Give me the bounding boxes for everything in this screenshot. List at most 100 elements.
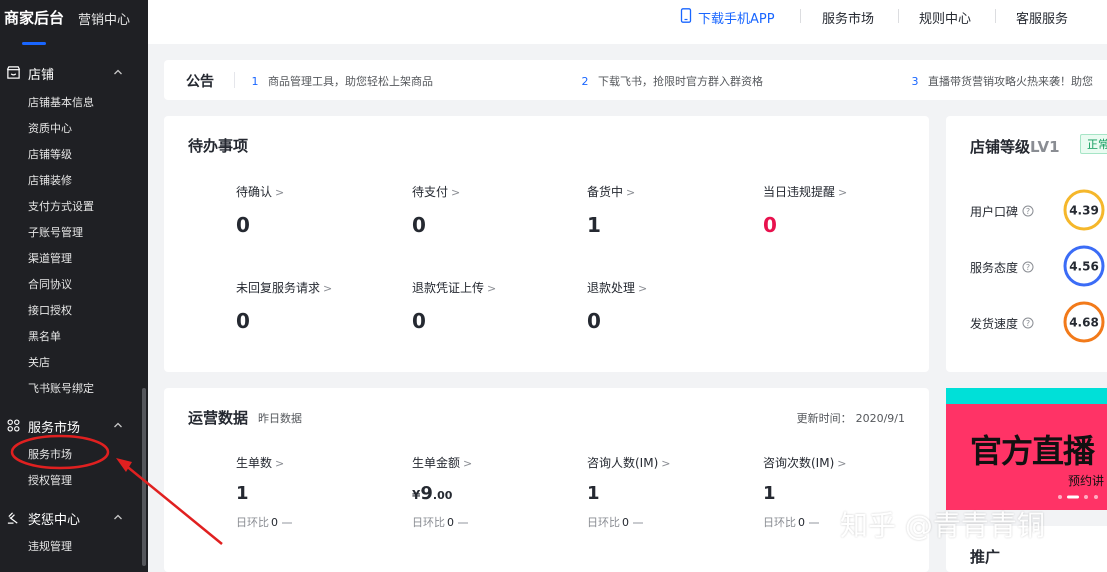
- announcement-item[interactable]: 2 下载飞书，抢限时官方群入群资格: [578, 73, 764, 89]
- service-market-link[interactable]: 服务市场: [822, 8, 874, 27]
- update-time-value: 2020/9/1: [855, 412, 905, 425]
- compare-value: 0: [271, 516, 278, 529]
- ops-item-order-amount[interactable]: 生单金额 > ¥9.00 日环比 0: [412, 454, 472, 530]
- svg-text:?: ?: [1026, 263, 1030, 272]
- todo-label: 待确认: [236, 185, 273, 199]
- update-time-label: 更新时间：: [796, 412, 852, 425]
- divider: [995, 9, 996, 23]
- chevron-right-icon: >: [661, 457, 671, 470]
- ops-label: 生单金额: [412, 456, 461, 470]
- help-icon[interactable]: ?: [1022, 317, 1034, 329]
- chevron-up-icon[interactable]: [112, 419, 124, 431]
- sidebar-group-reward-penalty-header[interactable]: 奖惩中心: [0, 505, 148, 531]
- sidebar-header: 商家后台 营销中心: [0, 0, 148, 45]
- chevron-up-icon[interactable]: [112, 66, 124, 78]
- metric-label: 发货速度: [970, 317, 1019, 331]
- todo-value: 0: [236, 309, 250, 333]
- todo-value: 0: [412, 309, 426, 333]
- svg-text:?: ?: [1026, 319, 1030, 328]
- sidebar: 商家后台 营销中心 店铺 店铺基本信息 资质中心 店铺等级 店铺装修 支付方式设…: [0, 0, 148, 572]
- sidebar-group-label: 服务市场: [28, 421, 81, 436]
- sidebar-item-store-decoration[interactable]: 店铺装修: [28, 172, 72, 188]
- sidebar-scrollbar[interactable]: [142, 388, 146, 566]
- compare-label: 日环比: [763, 516, 796, 529]
- download-app-link[interactable]: 下载手机APP: [698, 8, 775, 27]
- sidebar-item-close-store[interactable]: 关店: [28, 354, 50, 370]
- chevron-up-icon[interactable]: [112, 511, 124, 523]
- sidebar-group-store-header[interactable]: 店铺: [0, 60, 148, 86]
- announcement-title: 公告: [186, 74, 214, 90]
- todo-item-refund-processing[interactable]: 退款处理 > 0: [587, 279, 647, 333]
- sidebar-item-qualification[interactable]: 资质中心: [28, 120, 72, 136]
- sidebar-group-label: 奖惩中心: [28, 513, 81, 528]
- sidebar-item-blacklist[interactable]: 黑名单: [28, 328, 61, 344]
- status-badge: 正常: [1080, 134, 1107, 154]
- ops-item-orders[interactable]: 生单数 > 1 日环比 0: [236, 454, 292, 530]
- help-icon[interactable]: ?: [1022, 261, 1034, 273]
- todo-item-unreplied-requests[interactable]: 未回复服务请求 > 0: [236, 279, 332, 333]
- promo-banner[interactable]: 官方直播 预约讲: [946, 388, 1107, 510]
- carousel-dots[interactable]: [1056, 494, 1106, 500]
- ops-item-im-sessions[interactable]: 咨询次数(IM) > 1 日环比 0: [763, 454, 846, 530]
- ops-value: 1: [587, 483, 600, 504]
- ops-value: 1: [236, 483, 249, 504]
- ops-value: 1: [763, 483, 776, 504]
- flat-trend-icon: [809, 522, 819, 524]
- sidebar-item-violations[interactable]: 违规管理: [28, 538, 72, 554]
- promotion-title: 推广: [970, 548, 1001, 566]
- flat-trend-icon: [458, 522, 468, 524]
- announcement-item[interactable]: 1 商品管理工具，助您轻松上架商品: [248, 73, 434, 89]
- announcement-bar: 公告 1 商品管理工具，助您轻松上架商品 2 下载飞书，抢限时官方群入群资格 3 直播…: [164, 60, 1107, 100]
- svg-text:?: ?: [1026, 207, 1030, 216]
- customer-service-link[interactable]: 客服服务: [1016, 8, 1068, 27]
- chevron-right-icon: >: [638, 282, 648, 295]
- todo-item-preparing[interactable]: 备货中 > 1: [587, 183, 635, 237]
- todo-item-pending-confirm[interactable]: 待确认 > 0: [236, 183, 284, 237]
- sidebar-item-payment-settings[interactable]: 支付方式设置: [28, 198, 94, 214]
- sidebar-group-service-market-header[interactable]: 服务市场: [0, 413, 148, 439]
- app-title[interactable]: 商家后台: [4, 7, 64, 28]
- divider: [898, 9, 899, 23]
- rules-center-link[interactable]: 规则中心: [919, 8, 971, 27]
- flat-trend-icon: [282, 522, 292, 524]
- marketing-center-link[interactable]: 营销中心: [78, 9, 130, 28]
- todo-item-refund-proof[interactable]: 退款凭证上传 > 0: [412, 279, 496, 333]
- todo-value: 0: [587, 309, 601, 333]
- score-ring: 4.68: [1063, 301, 1105, 343]
- ops-item-im-users[interactable]: 咨询人数(IM) > 1 日环比 0: [587, 454, 670, 530]
- sidebar-item-api-auth[interactable]: 接口授权: [28, 302, 72, 318]
- sidebar-item-service-market[interactable]: 服务市场: [28, 446, 72, 462]
- todo-label: 退款处理: [587, 281, 636, 295]
- todo-label: 待支付: [412, 185, 449, 199]
- help-icon[interactable]: ?: [1022, 205, 1034, 217]
- chevron-right-icon: >: [487, 282, 497, 295]
- mobile-phone-icon: [680, 8, 692, 23]
- chevron-right-icon: >: [626, 186, 636, 199]
- sidebar-item-sub-accounts[interactable]: 子账号管理: [28, 224, 83, 240]
- sidebar-item-feishu-binding[interactable]: 飞书账号绑定: [28, 380, 94, 396]
- announcement-number: 2: [581, 75, 589, 88]
- announcement-item[interactable]: 3 直播带货营销攻略火热来袭！助您: [908, 73, 1094, 89]
- score-value: 4.56: [1069, 260, 1099, 274]
- sidebar-item-channels[interactable]: 渠道管理: [28, 250, 72, 266]
- chevron-right-icon: >: [837, 457, 847, 470]
- sidebar-item-auth-management[interactable]: 授权管理: [28, 472, 72, 488]
- todo-title: 待办事项: [188, 137, 249, 155]
- banner-stripe: [946, 388, 1107, 404]
- todo-label: 当日违规提醒: [763, 185, 836, 199]
- sidebar-item-contracts[interactable]: 合同协议: [28, 276, 72, 292]
- metric-label: 服务态度: [970, 261, 1019, 275]
- ops-label: 生单数: [236, 456, 273, 470]
- todo-item-violation-alert[interactable]: 当日违规提醒 > 0: [763, 183, 847, 237]
- sidebar-item-store-info[interactable]: 店铺基本信息: [28, 94, 94, 110]
- store-level-card: 店铺等级LV1 正常 用户口碑 ? 4.39 服务态度 ? 4.56 发货速度 …: [946, 116, 1107, 372]
- compare-label: 日环比: [587, 516, 620, 529]
- todo-value: 0: [412, 213, 426, 237]
- announcement-text: 直播带货营销攻略火热来袭！助您: [928, 75, 1093, 88]
- announcement-number: 1: [251, 75, 259, 88]
- todo-item-pending-payment[interactable]: 待支付 > 0: [412, 183, 460, 237]
- ops-title: 运营数据: [188, 409, 249, 427]
- divider: [234, 72, 235, 88]
- apps-icon: [7, 419, 20, 432]
- sidebar-item-store-level[interactable]: 店铺等级: [28, 146, 72, 162]
